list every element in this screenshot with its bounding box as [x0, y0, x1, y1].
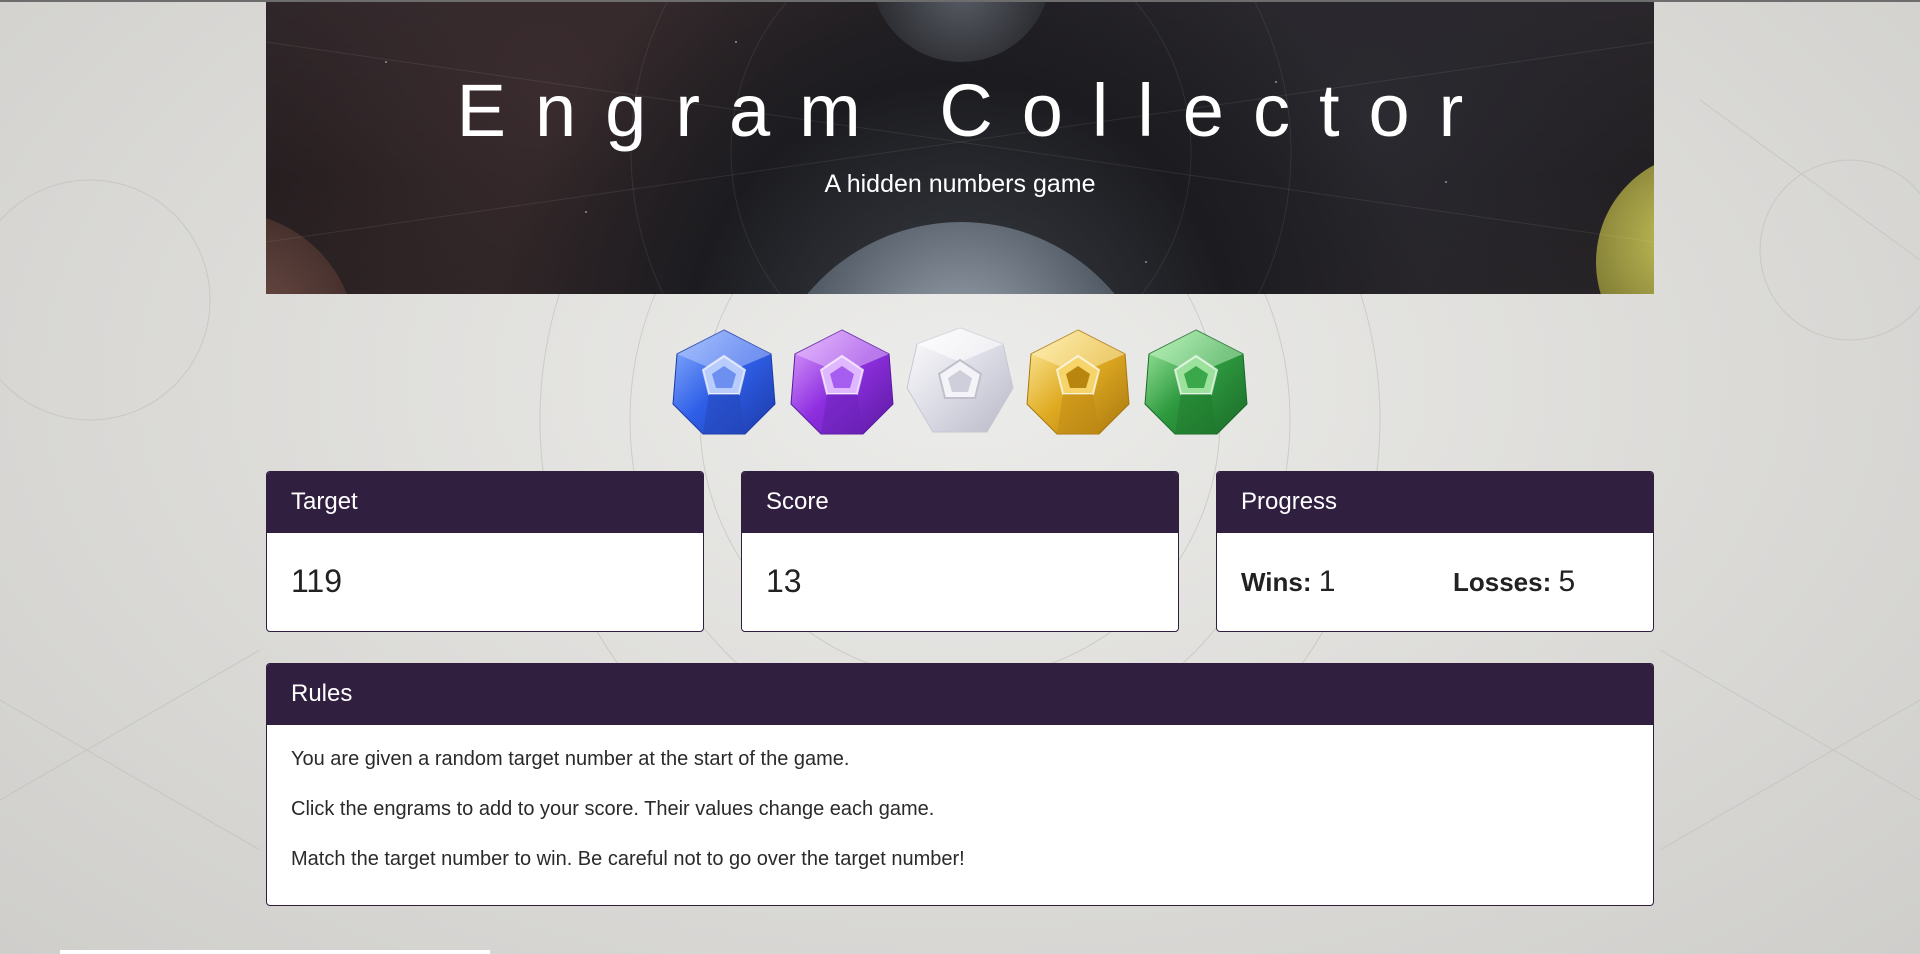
bottom-strip — [60, 950, 490, 954]
white-engram-icon — [906, 327, 1014, 433]
target-heading: Target — [267, 472, 703, 533]
losses-stat: Losses: 5 — [1453, 567, 1575, 597]
page-title: Engram Collector — [456, 69, 1493, 152]
rule-line: Click the engrams to add to your score. … — [291, 798, 935, 820]
main-container: Engram Collector A hidden numbers game T… — [266, 0, 1654, 906]
rules-heading: Rules — [267, 664, 1653, 725]
blue-engram[interactable] — [669, 326, 779, 438]
losses-label: Losses: — [1453, 567, 1552, 597]
progress-panel: Progress Wins: 1 Losses: 5 — [1216, 471, 1654, 632]
rule-line: Match the target number to win. Be caref… — [291, 848, 965, 870]
score-panel: Score 13 — [741, 471, 1179, 632]
white-engram[interactable] — [905, 326, 1015, 438]
rules-panel: Rules You are given a random target numb… — [266, 663, 1654, 906]
green-engram[interactable] — [1141, 326, 1251, 438]
losses-value: 5 — [1558, 565, 1576, 598]
purple-engram[interactable] — [787, 326, 897, 438]
blue-engram-icon — [672, 329, 776, 435]
engram-row — [266, 326, 1654, 438]
gold-engram[interactable] — [1023, 326, 1133, 438]
green-engram-icon — [1144, 329, 1248, 435]
score-heading: Score — [742, 472, 1178, 533]
header-banner: Engram Collector A hidden numbers game — [266, 2, 1654, 294]
rule-line: You are given a random target number at … — [291, 748, 850, 770]
target-panel: Target 119 — [266, 471, 704, 632]
progress-heading: Progress — [1217, 472, 1653, 533]
target-value: 119 — [291, 563, 343, 599]
wins-label: Wins: — [1241, 567, 1312, 597]
score-value: 13 — [766, 563, 802, 599]
page-subtitle: A hidden numbers game — [824, 170, 1096, 198]
gold-engram-icon — [1026, 329, 1130, 435]
purple-engram-icon — [790, 329, 894, 435]
wins-value: 1 — [1318, 565, 1336, 598]
wins-stat: Wins: 1 — [1241, 567, 1335, 597]
